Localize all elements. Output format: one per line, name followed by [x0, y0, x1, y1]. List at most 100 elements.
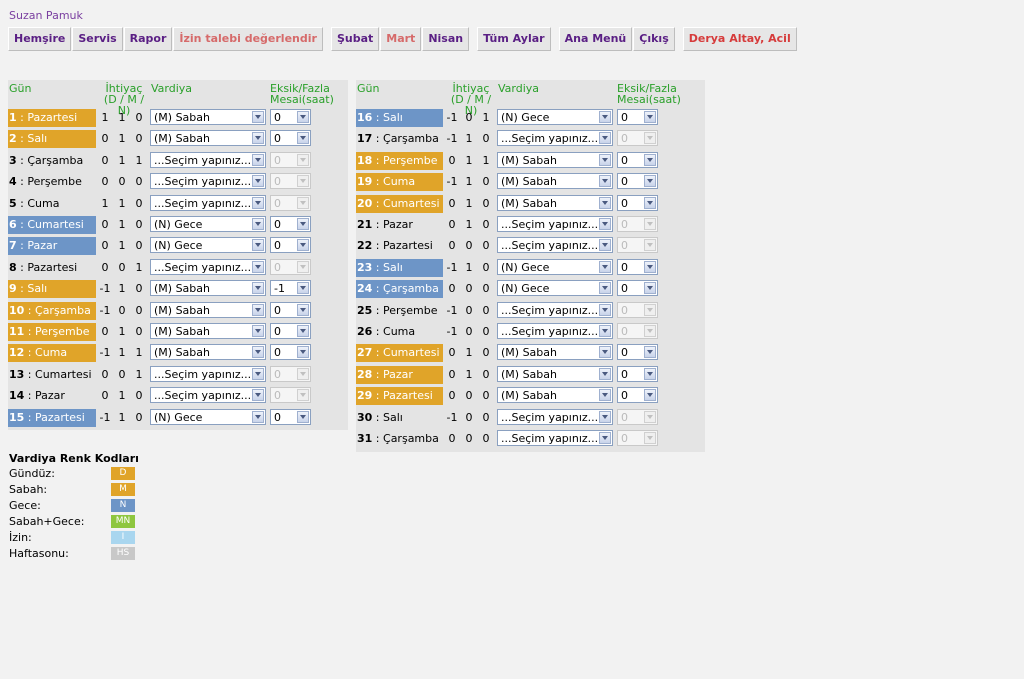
shift-select[interactable]: ...Seçim yapınız...	[150, 151, 266, 168]
nav-button-9[interactable]: Çıkış	[633, 27, 675, 51]
overtime-select[interactable]: 0	[617, 151, 658, 168]
day-number: 5	[9, 196, 17, 210]
overtime-select-value: 0	[621, 239, 628, 253]
need-n: 0	[135, 325, 143, 338]
overtime-select[interactable]: 0	[270, 301, 311, 318]
overtime-select-value: 0	[621, 175, 628, 189]
need-n: 0	[135, 111, 143, 124]
shift-select[interactable]: (N) Gece	[150, 408, 266, 425]
shift-select[interactable]: (M) Sabah	[497, 151, 613, 168]
need-d: 0	[448, 367, 456, 381]
shift-select[interactable]: ...Seçim yapınız...	[150, 258, 266, 275]
day-name: Cumartesi	[27, 218, 84, 231]
shift-select[interactable]: ...Seçim yapınız...	[497, 130, 613, 147]
need-d: -1	[446, 260, 458, 274]
shift-select[interactable]: ...Seçim yapınız...	[150, 173, 266, 190]
shift-select[interactable]: (M) Sabah	[497, 173, 613, 190]
user-name: Suzan Pamuk	[9, 9, 83, 22]
overtime-select[interactable]: 0	[270, 323, 311, 339]
overtime-select[interactable]: 0	[617, 365, 658, 382]
shift-select[interactable]: (M) Sabah	[497, 344, 613, 361]
shift-select[interactable]: (N) Gece	[150, 216, 266, 232]
shift-select-value: (M) Sabah	[154, 132, 210, 146]
shift-select-value: ...Seçim yapınız...	[154, 260, 252, 274]
shift-select-value: ...Seçim yapınız...	[154, 175, 252, 189]
shift-select[interactable]: (M) Sabah	[150, 323, 266, 339]
overtime-select[interactable]: 0	[617, 194, 658, 211]
shift-select[interactable]: (M) Sabah	[150, 301, 266, 318]
need-n: 0	[482, 260, 490, 274]
chevron-down-icon	[252, 303, 264, 316]
shift-select[interactable]: (N) Gece	[497, 109, 613, 125]
shift-select-value: (M) Sabah	[154, 111, 210, 124]
overtime-select[interactable]: 0	[617, 280, 658, 297]
overtime-select[interactable]: 0	[270, 109, 311, 125]
shift-select-value: (M) Sabah	[154, 325, 210, 338]
need-m: 1	[118, 282, 126, 296]
schedule-left-panel: Gün İhtiyaç (D / M / N) Vardiya Eksik/Fazla M…	[8, 80, 348, 430]
overtime-select-value: 0	[274, 175, 281, 189]
shift-select[interactable]: ...Seçim yapınız...	[497, 430, 613, 446]
shift-select[interactable]: (M) Sabah	[150, 130, 266, 147]
shift-select[interactable]: ...Seçim yapınız...	[497, 301, 613, 318]
nav-button-2[interactable]: Rapor	[123, 27, 173, 51]
overtime-select[interactable]: 0	[617, 387, 658, 404]
shift-select[interactable]: (M) Sabah	[150, 280, 266, 297]
overtime-select-value: 0	[274, 153, 281, 167]
shift-select[interactable]: ...Seçim yapınız...	[497, 216, 613, 232]
shift-select[interactable]: (M) Sabah	[497, 387, 613, 404]
shift-select[interactable]: ...Seçim yapınız...	[150, 365, 266, 382]
overtime-select[interactable]: 0	[270, 408, 311, 425]
nav-button-4[interactable]: Şubat	[330, 27, 380, 51]
day-name: Perşembe	[35, 325, 90, 338]
shift-select[interactable]: ...Seçim yapınız...	[150, 194, 266, 211]
shift-select[interactable]: (N) Gece	[150, 237, 266, 254]
shift-select[interactable]: (N) Gece	[497, 258, 613, 275]
nav-button-3[interactable]: İzin talebi değerlendir	[173, 27, 323, 51]
shift-select[interactable]: (M) Sabah	[150, 109, 266, 125]
chevron-down-icon	[252, 175, 264, 188]
nav-button-10[interactable]: Derya Altay, Acil	[682, 27, 797, 51]
overtime-select[interactable]: -1	[270, 280, 311, 297]
shift-select[interactable]: (M) Sabah	[150, 344, 266, 361]
need-n: 0	[135, 410, 143, 424]
shift-select[interactable]: ...Seçim yapınız...	[497, 237, 613, 254]
nav-button-1[interactable]: Servis	[72, 27, 123, 51]
overtime-select[interactable]: 0	[270, 216, 311, 232]
overtime-select[interactable]: 0	[270, 130, 311, 147]
nav-button-5[interactable]: Mart	[380, 27, 422, 51]
top-nav: Hemşire Servis Rapor İzin talebi değerlendi…	[8, 27, 798, 51]
nav-button-7[interactable]: Tüm Aylar	[477, 27, 551, 51]
overtime-select-value: 0	[274, 367, 281, 381]
day-name: Çarşamba	[27, 153, 84, 167]
overtime-select[interactable]: 0	[270, 237, 311, 254]
day-row: 4 : Perşembe 0 0 0 ...Seçim yapınız... 0	[8, 171, 348, 192]
nav-button-0[interactable]: Hemşire	[8, 27, 72, 51]
need-m: 1	[118, 153, 126, 167]
overtime-select[interactable]: 0	[270, 344, 311, 361]
shift-select[interactable]: (M) Sabah	[497, 194, 613, 211]
overtime-select-value: 0	[621, 111, 628, 124]
nav-button-8[interactable]: Ana Menü	[558, 27, 633, 51]
shift-select[interactable]: ...Seçim yapınız...	[150, 387, 266, 404]
overtime-select[interactable]: 0	[617, 109, 658, 125]
shift-select[interactable]: (M) Sabah	[497, 365, 613, 382]
day-label: 14 : Pazar	[9, 389, 65, 403]
overtime-select: 0	[617, 408, 658, 425]
need-n: 0	[135, 175, 143, 189]
shift-select[interactable]: (N) Gece	[497, 280, 613, 297]
need-d: 0	[448, 282, 456, 296]
need-d: -1	[446, 303, 458, 317]
shift-select-value: (N) Gece	[501, 260, 550, 274]
overtime-select[interactable]: 0	[617, 173, 658, 190]
header-gun: Gün	[9, 82, 32, 95]
overtime-select[interactable]: 0	[617, 344, 658, 361]
nav-button-6[interactable]: Nisan	[422, 27, 470, 51]
overtime-select-value: 0	[621, 410, 628, 424]
shift-select[interactable]: ...Seçim yapınız...	[497, 323, 613, 339]
shift-select[interactable]: ...Seçim yapınız...	[497, 408, 613, 425]
overtime-select[interactable]: 0	[617, 258, 658, 275]
day-name: Cumartesi	[383, 196, 440, 210]
need-n: 1	[135, 260, 143, 274]
need-m: 1	[465, 175, 473, 189]
